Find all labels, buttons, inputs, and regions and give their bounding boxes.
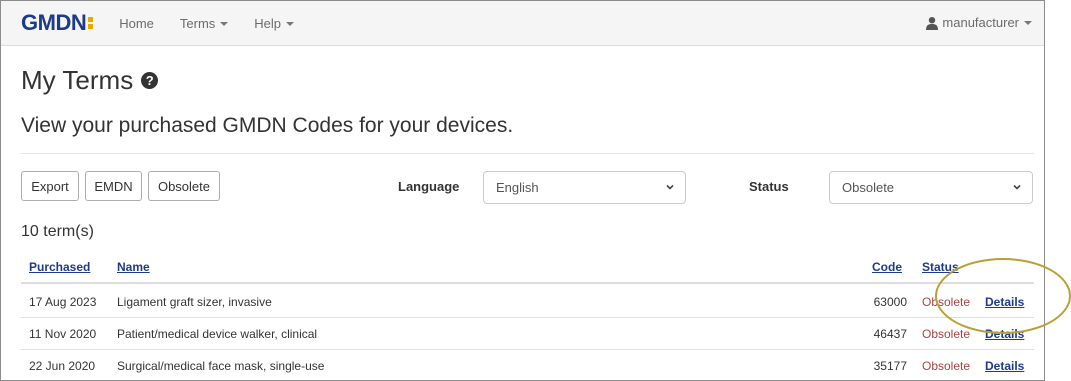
- cell-name: Ligament graft sizer, invasive: [117, 295, 272, 309]
- question-circle-icon[interactable]: ?: [141, 72, 159, 89]
- status-select[interactable]: Obsolete: [829, 171, 1033, 204]
- chevron-down-icon: [1013, 184, 1021, 190]
- cell-code: 46437: [873, 327, 907, 341]
- chevron-down-icon: [666, 184, 674, 190]
- results-count: 10 term(s): [21, 223, 94, 240]
- logo-dots-icon: [88, 15, 94, 31]
- cell-purchased: 11 Nov 2020: [29, 327, 97, 341]
- language-value: English: [496, 180, 539, 195]
- cell-status: Obsolete: [922, 359, 971, 373]
- cell-name: Patient/medical device walker, clinical: [117, 327, 318, 341]
- header-divider: [21, 282, 1034, 284]
- page-title: My Terms ?: [21, 65, 159, 96]
- column-header-purchased[interactable]: Purchased: [29, 260, 90, 274]
- nav-help-dropdown[interactable]: Help: [254, 15, 295, 31]
- cell-purchased: 22 Jun 2020: [29, 359, 96, 373]
- page-title-text: My Terms: [21, 65, 134, 95]
- row-divider: [21, 349, 1034, 350]
- column-header-code[interactable]: Code: [872, 260, 902, 274]
- obsolete-button[interactable]: Obsolete: [148, 171, 220, 201]
- cell-code: 63000: [873, 295, 907, 309]
- cell-name: Surgical/medical face mask, single-use: [117, 359, 325, 373]
- nav-terms-label: Terms: [179, 15, 216, 31]
- status-value: Obsolete: [842, 180, 895, 195]
- language-select[interactable]: English: [483, 171, 686, 204]
- user-menu[interactable]: manufacturer: [925, 15, 1032, 30]
- column-header-name[interactable]: Name: [117, 260, 150, 274]
- status-label: Status: [749, 179, 789, 194]
- language-label: Language: [398, 179, 460, 194]
- caret-down-icon: [220, 22, 229, 27]
- page-subtitle: View your purchased GMDN Codes for your …: [21, 114, 514, 137]
- nav-home[interactable]: Home: [119, 16, 154, 31]
- details-link[interactable]: Details: [985, 359, 1024, 373]
- cell-status: Obsolete: [922, 327, 971, 341]
- logo-text: GMDN: [21, 10, 87, 35]
- gmdn-logo[interactable]: GMDN: [21, 10, 94, 36]
- highlight-ellipse-annotation: [935, 258, 1071, 334]
- app-window: GMDN Home Terms Help manufacturer My Ter…: [0, 0, 1045, 381]
- emdn-button[interactable]: EMDN: [85, 171, 142, 201]
- navbar: GMDN Home Terms Help manufacturer: [1, 1, 1044, 46]
- cell-purchased: 17 Aug 2023: [29, 295, 97, 309]
- export-button[interactable]: Export: [21, 171, 79, 201]
- divider: [21, 153, 1034, 154]
- cell-code: 35177: [873, 359, 907, 373]
- row-divider: [21, 317, 1034, 318]
- nav-terms-dropdown[interactable]: Terms: [179, 15, 229, 31]
- nav-help-label: Help: [254, 15, 282, 31]
- caret-down-icon: [1024, 20, 1032, 25]
- user-name: manufacturer: [942, 15, 1019, 30]
- caret-down-icon: [286, 22, 295, 27]
- user-icon: [926, 16, 939, 30]
